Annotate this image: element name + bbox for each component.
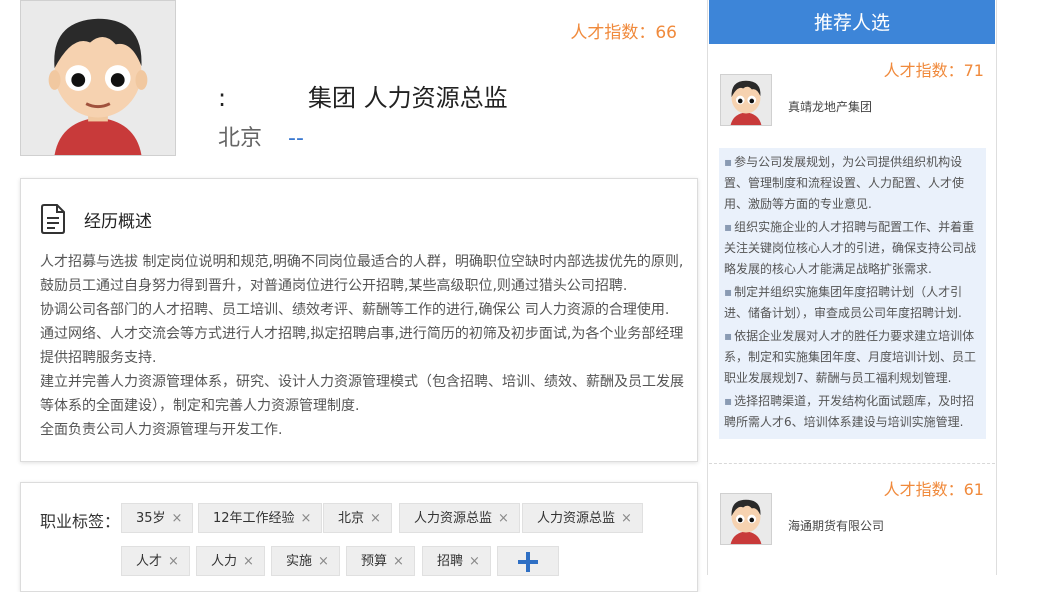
close-icon[interactable]: × [172,511,183,526]
experience-header: 经历概述 [40,204,152,234]
career-tag[interactable]: 人力资源总监 × [399,503,520,533]
career-tag[interactable]: 12年工作经验 × [198,503,323,533]
close-icon[interactable]: × [168,554,179,569]
career-tag[interactable]: 人才 × [121,546,190,576]
bullet-icon: ▪ [724,394,733,408]
candidate-bullet: ▪ 参与公司发展规划，为公司提供组织机构设置、管理制度和流程设置、人力配置、人才使… [724,155,965,211]
profile-title: : 集团 人力资源总监 [218,78,508,113]
tag-text: 12年工作经验 [213,511,295,526]
tag-text: 人力 [211,554,238,569]
close-icon[interactable]: × [498,511,509,526]
city-text: 北京 [218,126,263,151]
bullet-icon: ▪ [724,285,733,299]
bullet-icon: ▪ [724,155,733,169]
document-icon [41,204,65,234]
career-tags-label: 职业标签： [40,512,121,531]
career-tag[interactable]: 实施 × [271,546,340,576]
candidate-bullet: ▪ 依据企业发展对人才的胜任力要求建立培训体系，制定和实施集团年度、月度培训计划、… [724,329,977,385]
experience-paragraph: 通过网络、人才交流会等方式进行人才招聘,拟定招聘启事,进行简历的初筛及初步面试,… [40,326,684,366]
avatar-illustration [21,1,175,155]
sidebar-divider [709,463,995,464]
profile-location: 北京 -- [218,120,304,152]
experience-summary: 人才招募与选拔 制定岗位说明和规范,明确不同岗位最适合的人群，明确职位空缺时内部… [40,250,685,442]
bullet-icon: ▪ [724,329,733,343]
tag-text: 北京 [338,511,365,526]
candidate-avatar[interactable] [720,74,772,126]
close-icon[interactable]: × [243,554,254,569]
career-tag[interactable]: 人力资源总监 × [522,503,643,533]
close-icon[interactable]: × [393,554,404,569]
career-tag[interactable]: 北京 × [323,503,392,533]
avatar-illustration [721,75,771,125]
career-tag[interactable]: 人力 × [196,546,265,576]
candidate-summary: ▪ 参与公司发展规划，为公司提供组织机构设置、管理制度和流程设置、人力配置、人才使… [719,148,986,439]
tag-text: 招聘 [437,554,464,569]
tag-text: 预算 [361,554,388,569]
candidate-company[interactable]: 海通期货有限公司 [788,517,884,534]
experience-paragraph: 全面负责公司人力资源管理与开发工作. [40,422,283,438]
tag-text: 人才 [136,554,163,569]
close-icon[interactable]: × [370,511,381,526]
title-text: 集团 人力资源总监 [308,84,508,112]
add-tag-button[interactable] [497,546,559,576]
candidate-talent-index: 人才指数：71 [883,61,984,80]
sidebar-title: 推荐人选 [709,0,995,44]
tag-text: 35岁 [136,511,166,526]
close-icon[interactable]: × [621,511,632,526]
candidate-bullet: ▪ 选择招聘渠道，开发结构化面试题库，及时招聘所需人才6、培训体系建设与培训实施管… [724,394,975,429]
title-mark: : [218,84,227,112]
experience-title: 经历概述 [84,211,152,232]
close-icon[interactable]: × [469,554,480,569]
close-icon[interactable]: × [301,511,312,526]
plus-icon [518,552,538,572]
career-tag[interactable]: 35岁 × [121,503,194,533]
talent-index: 人才指数：66 [570,23,677,43]
close-icon[interactable]: × [318,554,329,569]
experience-paragraph: 协调公司各部门的人才招聘、员工培训、绩效考评、薪酬等工作的进行,确保公 司人力资… [40,302,670,318]
career-tag[interactable]: 招聘 × [422,546,491,576]
candidate-company[interactable]: 真靖龙地产集团 [788,98,872,115]
experience-paragraph: 建立并完善人力资源管理体系，研究、设计人力资源管理模式（包含招聘、培训、绩效、薪… [40,374,684,414]
profile-avatar [20,0,176,156]
candidate-bullet: ▪ 制定并组织实施集团年度招聘计划（人才引进、储备计划），审查成员公司年度招聘计划… [724,285,963,320]
tag-text: 人力资源总监 [414,511,493,526]
experience-paragraph: 人才招募与选拔 制定岗位说明和规范,明确不同岗位最适合的人群，明确职位空缺时内部… [40,254,684,294]
tag-text: 人力资源总监 [537,511,616,526]
tag-text: 实施 [286,554,313,569]
city-detail-link[interactable]: -- [288,126,304,151]
candidate-avatar[interactable] [720,493,772,545]
candidate-bullet: ▪ 组织实施企业的人才招聘与配置工作、并着重关注关键岗位核心人才的引进，确保支持公… [724,220,977,276]
avatar-illustration [721,494,771,544]
candidate-talent-index: 人才指数：61 [883,480,984,499]
career-tag[interactable]: 预算 × [346,546,415,576]
bullet-icon: ▪ [724,220,733,234]
